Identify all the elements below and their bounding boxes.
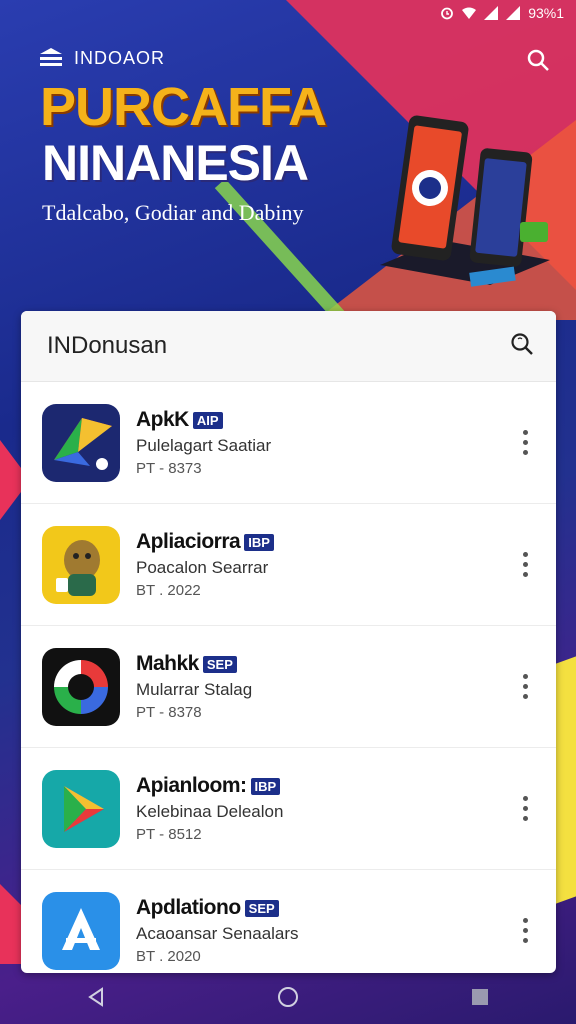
search-icon	[511, 332, 533, 355]
more-options-button[interactable]	[510, 423, 540, 463]
card-header: INDonusan	[21, 311, 556, 382]
more-options-button[interactable]	[510, 789, 540, 829]
more-options-button[interactable]	[510, 667, 540, 707]
signal-icon	[484, 6, 499, 20]
app-badge: IBP	[244, 533, 274, 551]
card-search-button[interactable]	[510, 332, 534, 361]
logo-icon	[40, 48, 62, 66]
navigation-bar	[0, 974, 576, 1024]
app-name: ApkK	[136, 408, 189, 431]
app-meta: PT - 8512	[136, 826, 202, 843]
app-badge: SEP	[244, 899, 279, 917]
app-badge: IBP	[250, 777, 281, 795]
app-badge: AIP	[192, 411, 223, 429]
card-title: INDonusan	[47, 332, 168, 359]
list-item[interactable]: Apdlationo SEP Acaoansar Senaalars BT . …	[21, 870, 556, 973]
home-icon	[277, 986, 298, 1007]
back-icon	[87, 986, 103, 1007]
app-meta: PT - 8378	[136, 704, 202, 721]
list-item[interactable]: Apianloom: IBP Kelebinaa Delealon PT - 8…	[21, 748, 556, 870]
header-search-button[interactable]	[526, 48, 550, 77]
app-desc: Poacalon Searrar	[136, 558, 269, 577]
app-meta: BT . 2020	[136, 948, 201, 965]
app-meta: PT - 8373	[136, 460, 202, 477]
mascot-icon	[42, 525, 120, 604]
app-list: ApkK AIP Pulelagart Saatiar PT - 8373 Ap…	[21, 382, 556, 973]
recents-button[interactable]	[469, 986, 491, 1013]
home-button[interactable]	[276, 985, 300, 1014]
app-desc: Kelebinaa Delealon	[136, 802, 284, 821]
more-options-button[interactable]	[510, 545, 540, 585]
battery-text: 93%1	[528, 5, 564, 21]
app-name: Mahkk	[136, 652, 199, 675]
hero-title-line2: NINANESIA	[42, 135, 309, 191]
list-item[interactable]: Apliaciorra IBP Poacalon Searrar BT . 20…	[21, 504, 556, 626]
app-desc: Acaoansar Senaalars	[136, 924, 299, 943]
play-icon	[42, 769, 120, 848]
app-badge: SEP	[202, 655, 237, 673]
back-button[interactable]	[85, 986, 107, 1013]
alarm-icon	[441, 7, 454, 20]
app-desc: Mularrar Stalag	[136, 680, 253, 699]
hero-title-line1: PURCAFFA	[40, 77, 327, 137]
kite-icon	[42, 403, 120, 482]
app-name: Apliaciorra	[136, 530, 241, 553]
signal2-icon	[506, 6, 521, 20]
list-item[interactable]: ApkK AIP Pulelagart Saatiar PT - 8373	[21, 382, 556, 504]
list-item[interactable]: Mahkk SEP Mularrar Stalag PT - 8378	[21, 626, 556, 748]
appstore-icon	[42, 891, 120, 970]
hero-subtitle: Tdalcabo, Godiar and Dabiny	[42, 200, 304, 225]
search-icon	[527, 49, 549, 71]
app-name: Apianloom:	[136, 774, 247, 797]
app-name: Apdlationo	[136, 896, 241, 919]
ring-icon	[42, 647, 120, 726]
more-options-button[interactable]	[510, 911, 540, 951]
app-meta: BT . 2022	[136, 582, 201, 599]
brand-name: INDOAOR	[74, 47, 166, 68]
wifi-icon	[462, 7, 477, 19]
phones-illustration	[380, 115, 550, 287]
recents-icon	[472, 988, 489, 1005]
app-desc: Pulelagart Saatiar	[136, 436, 272, 455]
brand-row: INDOAOR	[38, 46, 165, 70]
status-bar: 93%1	[404, 0, 576, 26]
app-list-card: INDonusan ApkK AIP Pulelagart Saatiar PT…	[21, 311, 556, 973]
